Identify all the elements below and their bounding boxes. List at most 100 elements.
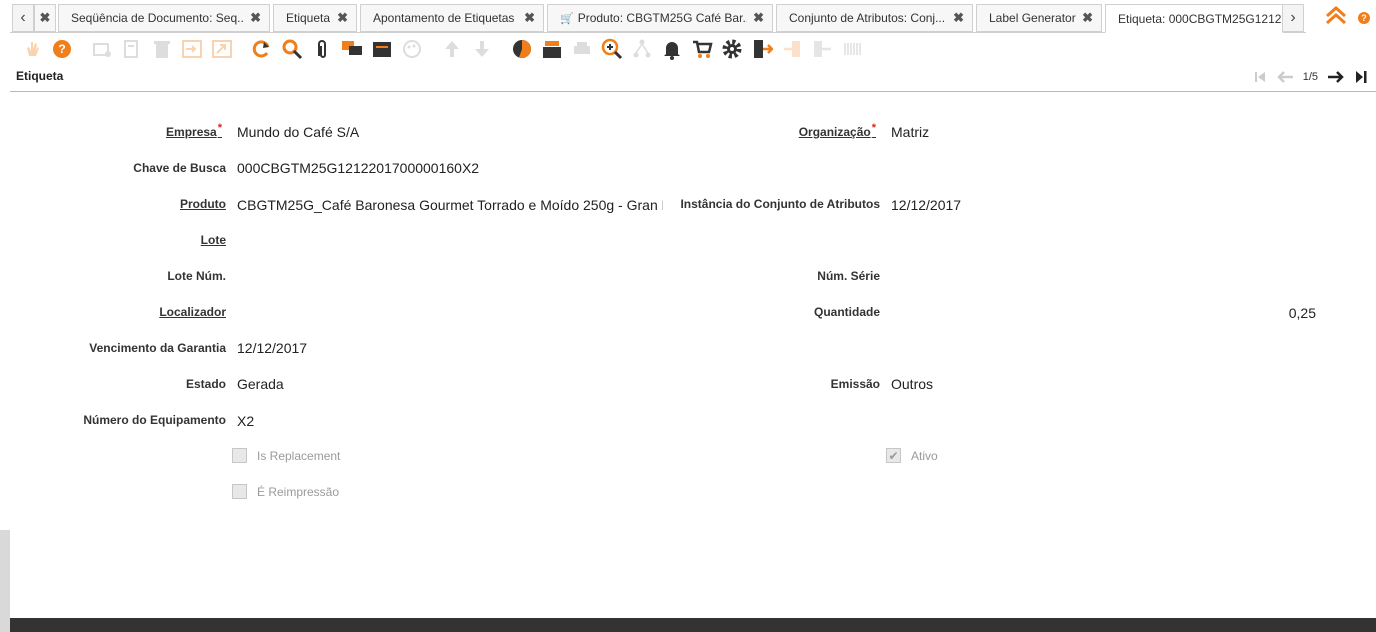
hand-icon	[20, 37, 44, 61]
required-marker: *	[217, 122, 222, 134]
required-marker: *	[871, 122, 876, 134]
quantidade-field[interactable]: 0,25	[891, 305, 1316, 321]
chave-busca-label: Chave de Busca	[133, 161, 226, 175]
find-icon[interactable]	[280, 37, 304, 61]
vencimento-field[interactable]: 12/12/2017	[237, 340, 657, 356]
copy-icon	[120, 37, 144, 61]
tab-sequencia-documento[interactable]: Seqüência de Documento: Seq... ✖	[58, 4, 270, 32]
chevron-right-icon: ›	[1290, 9, 1296, 26]
is-replacement-checkbox[interactable]	[232, 448, 247, 463]
chat-icon[interactable]	[340, 37, 364, 61]
barcode-icon	[840, 37, 864, 61]
collapse-icon[interactable]	[1324, 4, 1348, 31]
print-icon	[570, 37, 594, 61]
close-icon[interactable]: ✖	[524, 10, 535, 26]
lote-num-field[interactable]	[237, 268, 657, 286]
up-icon	[440, 37, 464, 61]
move-out-icon	[810, 37, 834, 61]
close-icon[interactable]: ✖	[1082, 10, 1093, 26]
workflow-icon	[630, 37, 654, 61]
lote-num-label: Lote Núm.	[167, 269, 226, 283]
move-in-icon	[780, 37, 804, 61]
tab-produto[interactable]: 🛒 Produto: CBGTM25G Café Bar... ✖	[547, 4, 773, 32]
tab-etiqueta-record[interactable]: Etiqueta: 000CBGTM25G1212201	[1105, 4, 1283, 33]
attachment-icon[interactable]	[310, 37, 334, 61]
inbox-icon[interactable]	[540, 37, 564, 61]
tab-label: Seqüência de Documento: Seq...	[71, 11, 245, 25]
close-icon[interactable]: ✖	[250, 10, 261, 26]
window-controls: ?	[1324, 4, 1370, 31]
export-icon	[210, 37, 234, 61]
tab-label: Label Generator	[989, 11, 1076, 25]
settings-icon[interactable]	[720, 37, 744, 61]
close-icon[interactable]: ✖	[953, 10, 964, 26]
chave-busca-field[interactable]: 000CBGTM25G1212201700000160X2	[237, 160, 657, 176]
delete-icon	[150, 37, 174, 61]
localizador-field[interactable]	[237, 304, 657, 322]
ativo-label: Ativo	[911, 449, 938, 463]
down-icon	[470, 37, 494, 61]
lote-field[interactable]	[237, 232, 657, 250]
chevron-left-icon: ‹	[20, 9, 26, 26]
reimpressao-checkbox[interactable]	[232, 484, 247, 499]
chart-icon[interactable]	[510, 37, 534, 61]
tab-scroll-right-button[interactable]: ›	[1282, 4, 1304, 32]
tab-etiqueta[interactable]: Etiqueta ✖	[273, 4, 357, 32]
tab-scroll-left-button[interactable]: ‹	[12, 4, 34, 32]
checkmark-icon: ✔	[888, 448, 899, 463]
last-record-button[interactable]	[1352, 68, 1370, 86]
num-serie-field[interactable]	[891, 268, 1321, 286]
record-navigation: 1/5	[1251, 68, 1370, 86]
num-serie-label: Núm. Série	[817, 269, 880, 283]
close-icon[interactable]: ✖	[337, 10, 348, 26]
next-record-button[interactable]	[1326, 68, 1344, 86]
refresh-icon[interactable]	[250, 37, 274, 61]
tab-label-generator[interactable]: Label Generator ✖	[976, 4, 1102, 32]
zoom-across-icon[interactable]	[600, 37, 624, 61]
reimpressao-label: É Reimpressão	[257, 485, 340, 499]
is-replacement-label: Is Replacement	[257, 449, 341, 463]
tab-close-overflow[interactable]: ✖	[34, 4, 56, 32]
tab-label: Etiqueta: 000CBGTM25G1212201	[1118, 11, 1282, 26]
organizacao-label[interactable]: Organização*	[799, 122, 876, 139]
palette-icon	[400, 37, 424, 61]
tab-conjunto-atributos[interactable]: Conjunto de Atributos: Conj... ✖	[776, 4, 973, 32]
tab-apontamento-etiquetas[interactable]: Apontamento de Etiquetas ✖	[360, 4, 544, 32]
tab-label: Produto: CBGTM25G Café Bar...	[577, 11, 748, 25]
vencimento-label: Vencimento da Garantia	[89, 341, 226, 355]
footer-bar	[10, 618, 1376, 632]
exit-icon[interactable]	[750, 37, 774, 61]
help-icon[interactable]: ?	[50, 37, 74, 61]
page-title: Etiqueta	[16, 69, 64, 83]
instancia-field[interactable]: 12/12/2017	[891, 197, 1321, 213]
previous-record-button[interactable]	[1276, 68, 1295, 86]
estado-field[interactable]: Gerada	[237, 376, 657, 392]
tab-label: Apontamento de Etiquetas	[373, 11, 515, 25]
notification-icon[interactable]	[660, 37, 684, 61]
import-icon	[180, 37, 204, 61]
svg-text:?: ?	[58, 42, 65, 56]
side-panel-edge	[0, 530, 10, 632]
help-icon[interactable]: ?	[1358, 11, 1370, 24]
organizacao-field[interactable]: Matriz	[891, 124, 1321, 140]
produto-field[interactable]: CBGTM25G_Café Baronesa Gourmet Torrado e…	[237, 197, 663, 213]
cart-icon[interactable]	[690, 37, 714, 61]
lote-label[interactable]: Lote	[201, 233, 226, 247]
emissao-field[interactable]: Outros	[891, 376, 1321, 392]
close-icon[interactable]: ✖	[753, 10, 764, 26]
equipamento-field[interactable]: X2	[237, 413, 657, 429]
first-record-button[interactable]	[1251, 68, 1269, 86]
record-counter: 1/5	[1302, 71, 1318, 83]
new-record-icon	[90, 37, 114, 61]
empresa-label[interactable]: Empresa*	[166, 122, 222, 139]
cart-icon: 🛒	[560, 12, 574, 25]
toolbar: ?	[10, 34, 1376, 64]
record-header: Etiqueta 1/5	[10, 64, 1376, 92]
ativo-checkbox[interactable]: ✔	[886, 448, 901, 463]
instancia-label: Instância do Conjunto de Atributos	[680, 197, 880, 211]
localizador-label[interactable]: Localizador	[159, 305, 226, 319]
empresa-field[interactable]: Mundo do Café S/A	[237, 124, 657, 140]
emissao-label: Emissão	[830, 377, 880, 391]
produto-label[interactable]: Produto	[180, 197, 226, 211]
archive-icon[interactable]	[370, 37, 394, 61]
